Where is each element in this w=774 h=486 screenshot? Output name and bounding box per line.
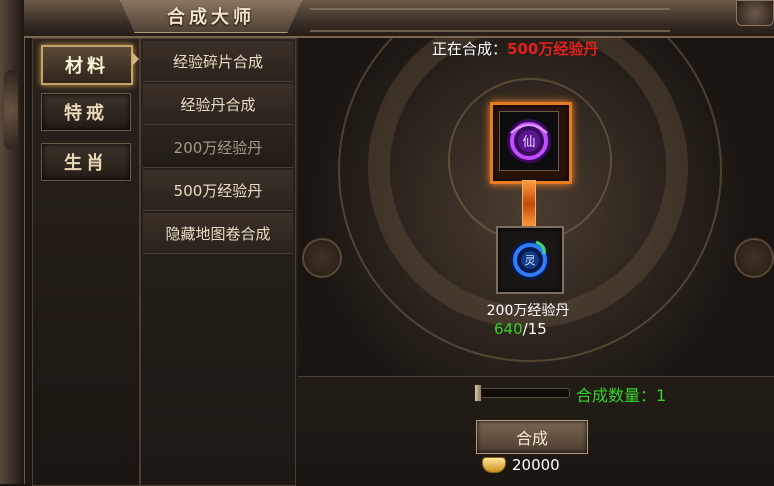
source-item-name: 200万经验丹 [486, 303, 570, 319]
recipe-list: 经验碎片合成 经验丹合成 200万经验丹 500万经验丹 隐藏地图卷合成 [140, 38, 296, 486]
cost-value: 20000 [512, 456, 560, 474]
window-title: 合成大师 [167, 7, 255, 28]
tab-special-rings[interactable]: 特戒 [41, 93, 131, 131]
synthesis-window: 合成大师 材料 特戒 生肖 经验碎片合成 经验丹合成 200万经验丹 500万经… [0, 0, 774, 486]
quantity-slider-handle[interactable] [474, 384, 482, 402]
quantity-value: 1 [656, 386, 667, 405]
target-item-glyph: 仙 [522, 135, 535, 150]
tab-materials[interactable]: 材料 [41, 45, 133, 85]
quantity-label-text: 合成数量： [576, 386, 657, 405]
source-item-glyph: 灵 [525, 254, 536, 267]
source-item-count: 640/15 [494, 320, 547, 338]
status-target: 500万经验丹 [507, 40, 599, 58]
craft-button[interactable]: 合成 [476, 420, 588, 454]
craft-cost: 20000 [482, 456, 560, 474]
active-tab-arrow-icon [132, 52, 139, 66]
emblem-right-icon [734, 238, 774, 278]
target-item-frame: 仙 [499, 111, 559, 171]
status-prefix: 正在合成： [432, 40, 508, 58]
emblem-left-icon [302, 238, 342, 278]
quantity-label: 合成数量：1 [576, 382, 666, 406]
source-item-slot[interactable]: 灵 [496, 226, 564, 294]
source-item-owned: 640 [494, 320, 523, 338]
recipe-item-5m-exp-pill[interactable]: 500万经验丹 [143, 170, 293, 211]
recipe-item-exp-fragment[interactable]: 经验碎片合成 [143, 41, 293, 82]
target-item-slot[interactable]: 仙 [490, 102, 572, 184]
status-line: 正在合成：500万经验丹 [432, 38, 598, 58]
dragon-border [0, 0, 25, 484]
recipe-item-hidden-map-scroll[interactable]: 隐藏地图卷合成 [143, 213, 293, 254]
purple-orb-icon: 仙 [507, 119, 551, 163]
gold-ingot-icon [482, 457, 506, 473]
quantity-slider[interactable] [474, 388, 570, 398]
category-panel: 材料 特戒 生肖 [32, 38, 140, 486]
title-plate: 合成大师 [120, 0, 302, 33]
blue-orb-icon: 灵 [510, 240, 550, 280]
recipe-item-exp-pill[interactable]: 经验丹合成 [143, 84, 293, 125]
source-item-required: /15 [522, 320, 547, 338]
meander-ornament [310, 8, 670, 32]
close-button[interactable] [736, 0, 774, 26]
recipe-item-2m-exp-pill[interactable]: 200万经验丹 [143, 127, 293, 168]
synthesis-chain [522, 180, 536, 228]
tab-zodiac[interactable]: 生肖 [41, 143, 131, 181]
